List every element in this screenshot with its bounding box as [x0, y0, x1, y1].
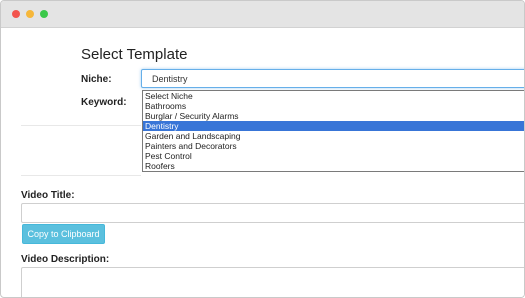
niche-option[interactable]: Roofers: [143, 161, 524, 171]
minimize-window-icon[interactable]: [26, 10, 34, 18]
video-title-label: Video Title:: [21, 190, 75, 201]
keyword-label: Keyword:: [81, 97, 127, 108]
copy-to-clipboard-button[interactable]: Copy to Clipboard: [22, 224, 105, 244]
browser-window: Select Template Niche: Dentistry Keyword…: [0, 0, 525, 298]
close-window-icon[interactable]: [12, 10, 20, 18]
video-description-textarea[interactable]: [21, 267, 524, 297]
niche-select[interactable]: Dentistry: [141, 69, 524, 88]
niche-option[interactable]: Burglar / Security Alarms: [143, 111, 524, 121]
divider: [21, 125, 141, 126]
page-title: Select Template: [81, 46, 188, 63]
video-description-label: Video Description:: [21, 254, 110, 265]
niche-label: Niche:: [81, 74, 112, 85]
niche-dropdown-list: Select Niche Bathrooms Burglar / Securit…: [142, 90, 524, 172]
niche-option[interactable]: Bathrooms: [143, 101, 524, 111]
niche-option[interactable]: Pest Control: [143, 151, 524, 161]
divider: [21, 175, 141, 176]
niche-option[interactable]: Select Niche: [143, 91, 524, 101]
niche-option-selected[interactable]: Dentistry: [143, 121, 524, 131]
window-titlebar: [1, 1, 524, 28]
maximize-window-icon[interactable]: [40, 10, 48, 18]
video-title-input[interactable]: [21, 203, 524, 223]
niche-option[interactable]: Painters and Decorators: [143, 141, 524, 151]
niche-option[interactable]: Garden and Landscaping: [143, 131, 524, 141]
